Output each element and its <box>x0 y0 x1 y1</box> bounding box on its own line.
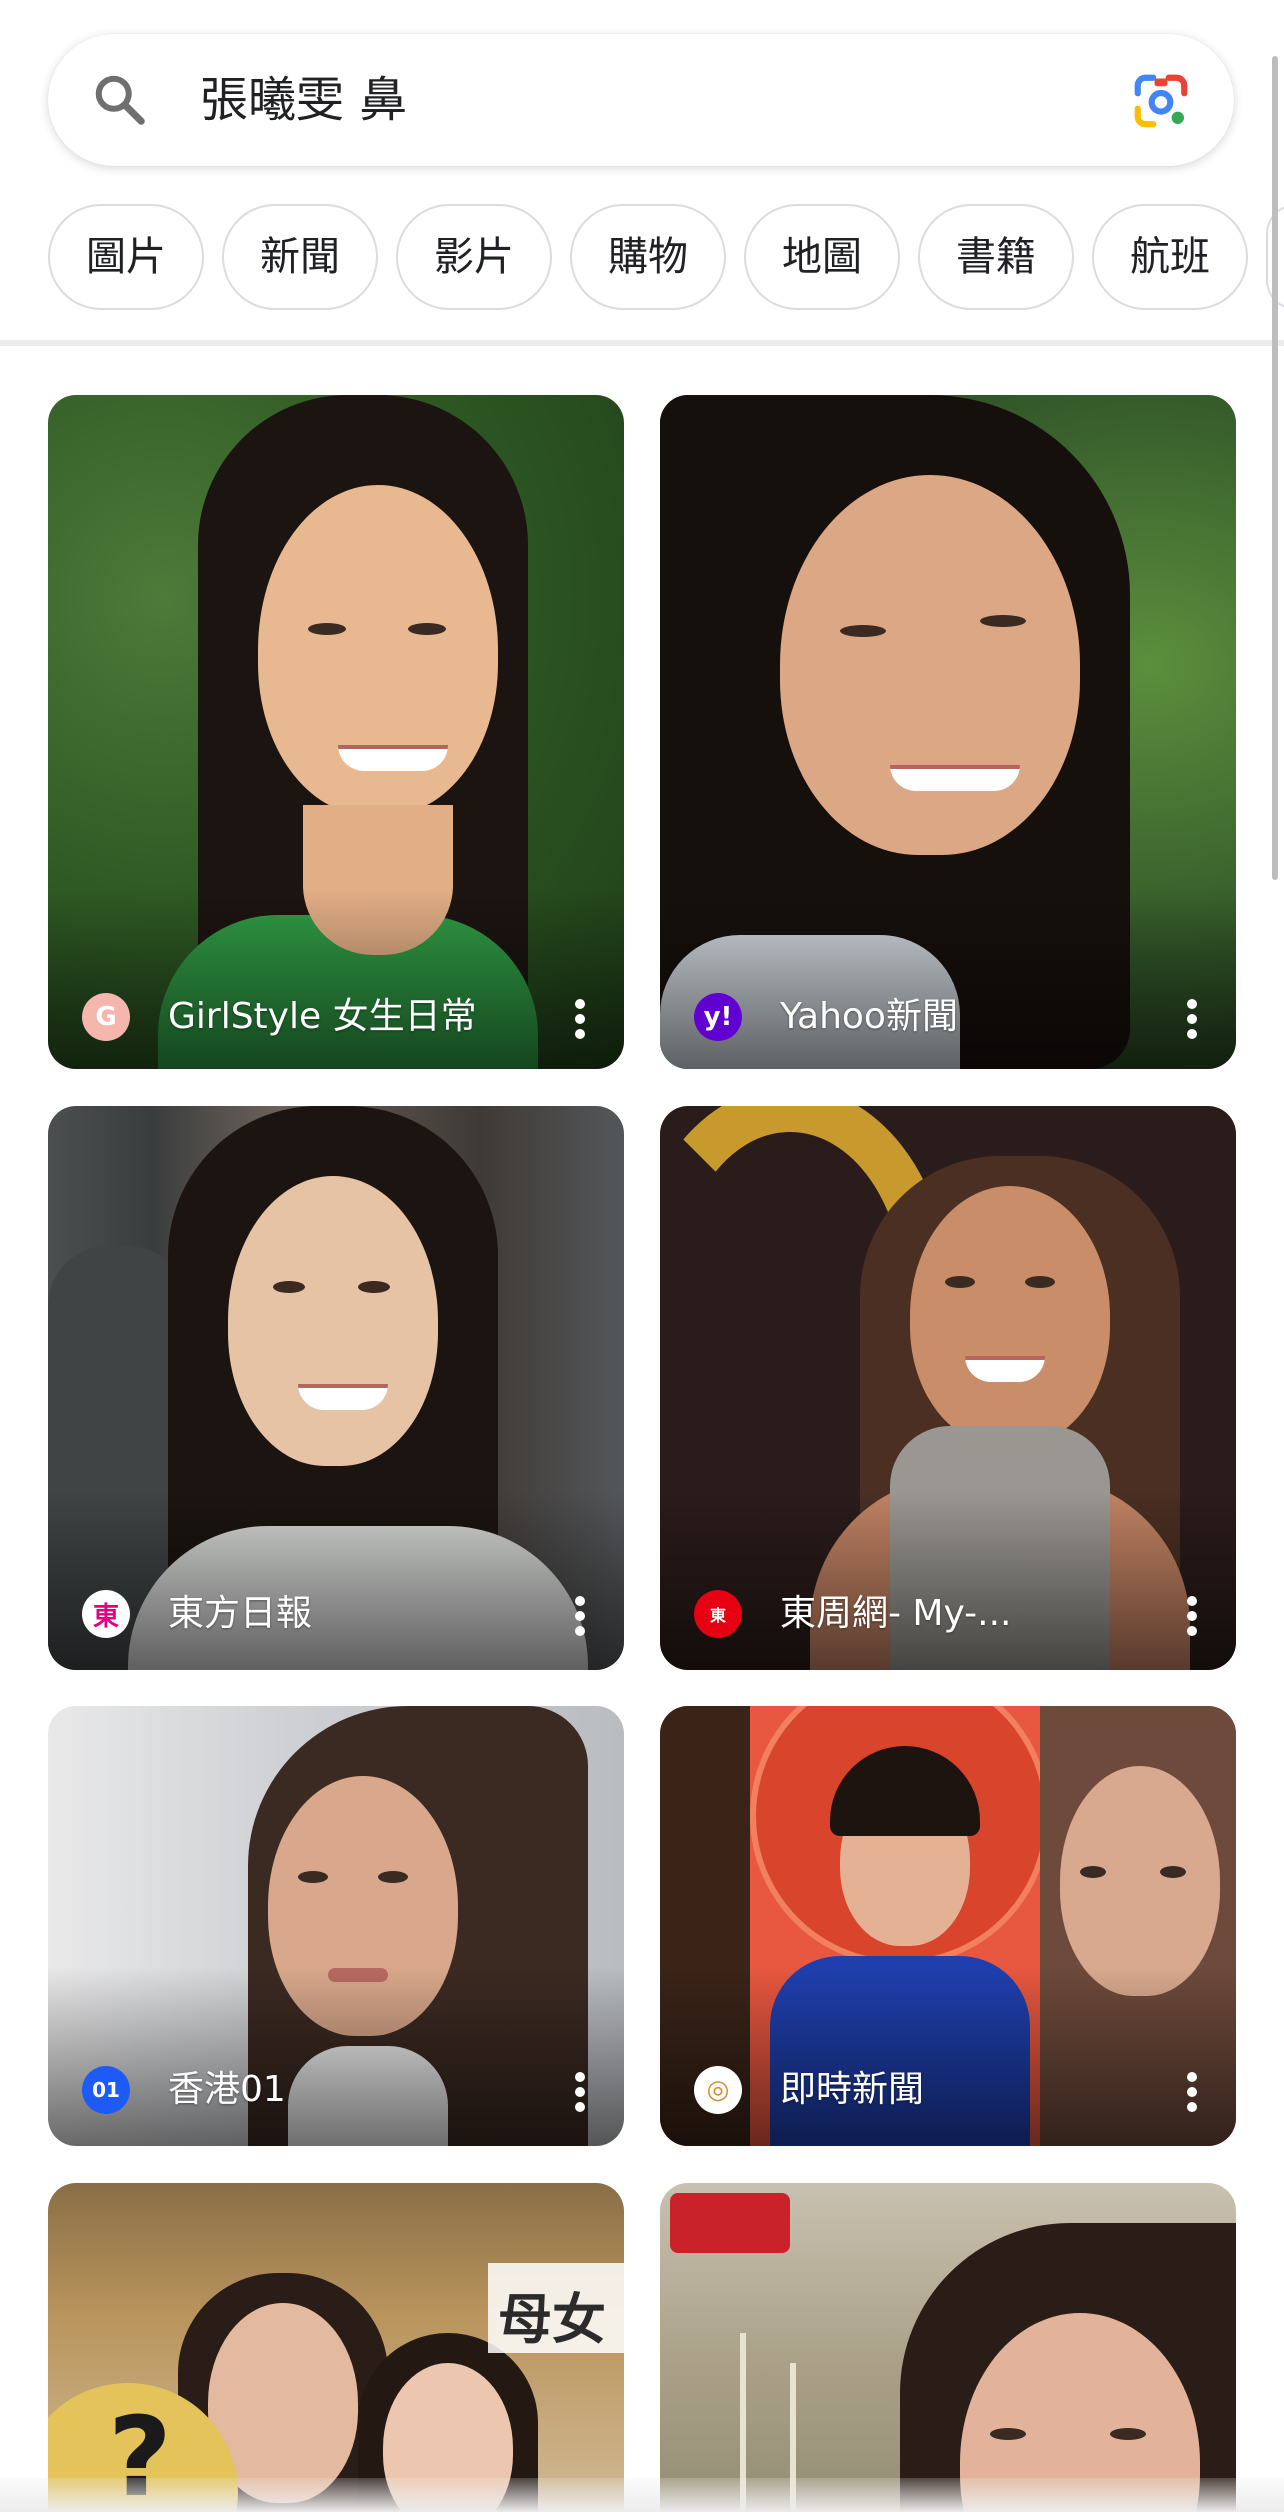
more-options-icon[interactable] <box>574 1592 586 1640</box>
google-image-results-page: 張曦雯 鼻 圖片 新聞 影片 購物 地圖 書籍 航班 G GirlStyle 女生日常 <box>0 0 1284 2512</box>
more-options-icon[interactable] <box>1186 2068 1198 2116</box>
chip-books[interactable]: 書籍 <box>918 204 1074 310</box>
overlay-caption-text: 母女 <box>498 2288 606 2351</box>
scrollbar-thumb[interactable] <box>1272 56 1278 880</box>
divider <box>0 340 1284 346</box>
search-icon[interactable] <box>90 70 150 130</box>
image-result-card[interactable] <box>660 2183 1236 2512</box>
result-image[interactable]: ? 母女 <box>48 2183 624 2512</box>
source-favicon-icon: 01 <box>82 2066 130 2114</box>
result-image[interactable] <box>660 2183 1236 2512</box>
source-favicon-icon: y! <box>694 993 742 1041</box>
image-result-card[interactable]: G GirlStyle 女生日常 <box>48 395 624 1069</box>
google-lens-icon[interactable] <box>1130 70 1192 132</box>
image-result-card[interactable]: y! Yahoo新聞 <box>660 395 1236 1069</box>
source-favicon-icon: 東 <box>694 1590 742 1638</box>
chip-flights[interactable]: 航班 <box>1092 204 1248 310</box>
chip-maps[interactable]: 地圖 <box>744 204 900 310</box>
more-options-icon[interactable] <box>574 2068 586 2116</box>
source-favicon-icon: 東 <box>82 1590 130 1638</box>
more-options-icon[interactable] <box>1186 1592 1198 1640</box>
chip-shopping[interactable]: 購物 <box>570 204 726 310</box>
search-bar[interactable]: 張曦雯 鼻 <box>48 34 1234 166</box>
chip-images[interactable]: 圖片 <box>48 204 204 310</box>
source-label[interactable]: Yahoo新聞 <box>780 993 958 1041</box>
chip-videos[interactable]: 影片 <box>396 204 552 310</box>
source-label[interactable]: 東方日報 <box>168 1590 312 1638</box>
image-result-card[interactable]: 東 東周網- My-... <box>660 1106 1236 1670</box>
more-options-icon[interactable] <box>574 995 586 1043</box>
source-favicon-icon: G <box>82 993 130 1041</box>
chip-news[interactable]: 新聞 <box>222 204 378 310</box>
source-label[interactable]: 即時新聞 <box>780 2066 924 2114</box>
image-result-card[interactable]: 01 香港01 <box>48 1706 624 2146</box>
source-favicon-icon: ◎ <box>694 2066 742 2114</box>
source-label[interactable]: 東周網- My-... <box>780 1590 1012 1638</box>
source-label[interactable]: 香港01 <box>168 2066 286 2114</box>
more-options-icon[interactable] <box>1186 995 1198 1043</box>
search-input[interactable]: 張曦雯 鼻 <box>200 70 407 130</box>
filter-chips: 圖片 新聞 影片 購物 地圖 書籍 航班 <box>48 204 1284 312</box>
image-result-card[interactable]: ? 母女 <box>48 2183 624 2512</box>
source-label[interactable]: GirlStyle 女生日常 <box>168 993 477 1041</box>
image-result-card[interactable]: 東 東方日報 <box>48 1106 624 1670</box>
image-result-card[interactable]: ◎ 即時新聞 <box>660 1706 1236 2146</box>
